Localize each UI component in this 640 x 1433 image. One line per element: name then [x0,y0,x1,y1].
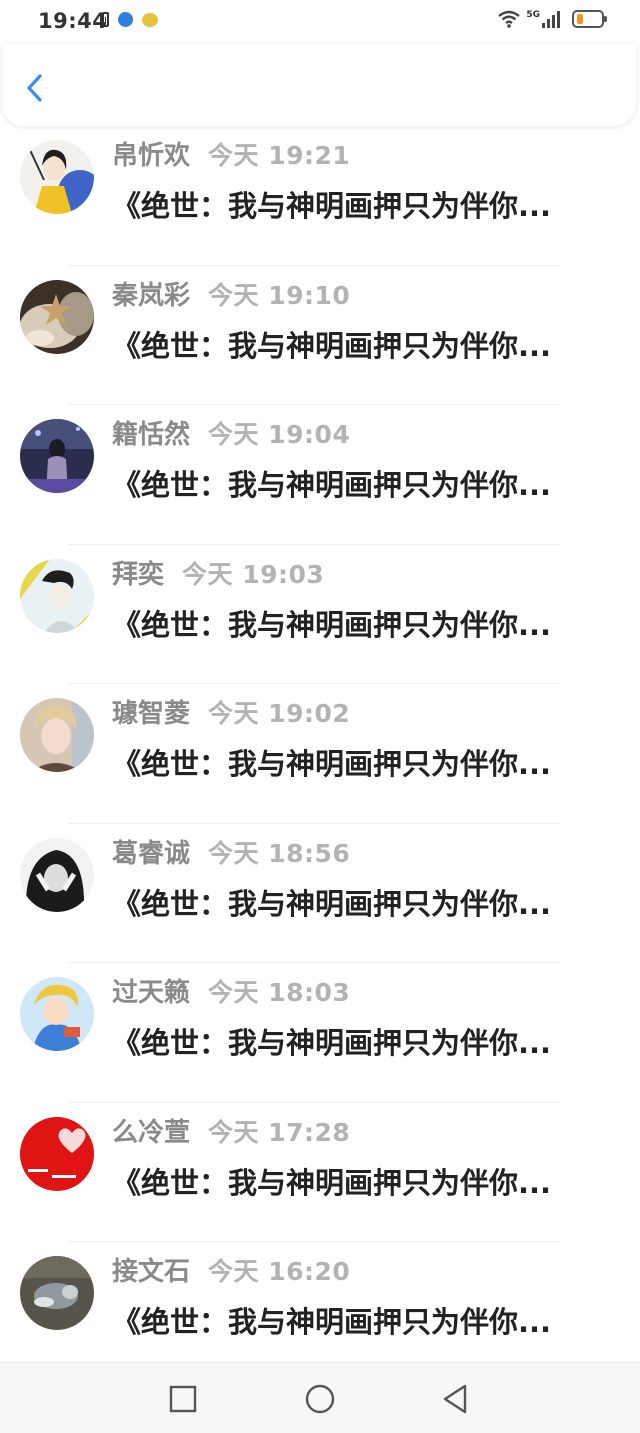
list-item[interactable]: 秦岚彩 今天 19:10 《绝世：我与神明画押只为伴你... [0,266,640,405]
user-name: 帛忻欢 [112,141,191,171]
red-heart-avatar [20,1116,94,1191]
back-triangle-icon[interactable] [438,1381,474,1417]
user-name: 拜奕 [112,559,165,590]
starfish-photo-avatar [20,279,94,354]
status-time: 19:44 [38,9,108,33]
system-nav-bar [0,1362,640,1433]
chevron-left-icon[interactable] [20,68,50,108]
user-name: 葛睿诚 [112,838,191,869]
timestamp: 今天 18:56 [208,838,351,868]
black-white-girl-avatar [20,837,94,912]
item-title: 《绝世：我与神明画押只为伴你... [112,747,552,781]
timestamp: 今天 18:03 [208,978,351,1007]
network-type-label: 5G [526,10,540,20]
emoji-app-icon [142,12,158,27]
item-meta: 籍恬然 今天 19:04 [112,414,350,451]
list-item[interactable]: 接文石 今天 16:20 《绝世：我与神明画押只为伴你... [0,1242,640,1382]
list-item[interactable]: 拜奕 今天 19:03 《绝世：我与神明画押只为伴你... [0,545,640,684]
user-name: 接文石 [112,1257,191,1287]
status-icons-right: 5G [498,10,607,28]
cellular-signal-icon [542,11,560,28]
message-list: 帛忻欢 今天 19:21 《绝世：我与神明画押只为伴你... 秦岚彩 今天 19… [0,126,640,1382]
user-name: 籍恬然 [112,420,191,450]
list-item[interactable]: 过天籁 今天 18:03 《绝世：我与神明画押只为伴你... [0,963,640,1103]
browser-icon [118,12,133,27]
item-meta: 拜奕 今天 19:03 [112,554,324,591]
timestamp: 今天 16:20 [208,1257,351,1286]
girl-night-avatar [20,419,94,493]
battery-saver-icon [102,12,109,27]
timestamp: 今天 17:28 [208,1117,351,1147]
screen: 19:44 5G 帛忻欢 今天 19:21 《绝世：我与神明画押只为伴你... … [0,0,640,1433]
item-title: 《绝世：我与神明画押只为伴你... [112,468,552,502]
item-title: 《绝世：我与神明画押只为伴你... [112,189,552,223]
item-title: 《绝世：我与神明画押只为伴你... [112,328,552,363]
item-meta: 璩智菱 今天 19:02 [112,693,350,730]
home-icon[interactable] [302,1381,338,1417]
recent-apps-icon[interactable] [165,1381,201,1417]
item-title: 《绝世：我与神明画押只为伴你... [112,886,552,921]
user-name: 璩智菱 [112,699,191,729]
battery-icon [572,10,607,28]
game-character-avatar [20,977,94,1051]
status-bar: 19:44 5G [0,0,640,44]
item-meta: 接文石 今天 16:20 [112,1251,350,1288]
list-item[interactable]: 么冷萱 今天 17:28 《绝世：我与神明画押只为伴你... [0,1103,640,1242]
item-meta: 秦岚彩 今天 19:10 [112,275,350,312]
item-meta: 么冷萱 今天 17:28 [112,1112,350,1149]
item-meta: 过天籁 今天 18:03 [112,972,350,1009]
user-name: 么冷萱 [112,1117,191,1148]
illustrated-woman-avatar [20,140,94,214]
status-icons-left [102,12,158,27]
item-title: 《绝世：我与神明画押只为伴你... [112,1165,552,1200]
item-meta: 葛睿诚 今天 18:56 [112,833,350,870]
item-title: 《绝世：我与神明画押只为伴你... [112,1026,552,1060]
user-name: 过天籁 [112,978,191,1008]
item-meta: 帛忻欢 今天 19:21 [112,135,350,172]
wifi-icon [498,10,521,28]
timestamp: 今天 19:10 [208,280,351,310]
header [2,44,636,126]
timestamp: 今天 19:03 [182,559,325,589]
boy-yellow-avatar [20,558,94,633]
item-title: 《绝世：我与神明画押只为伴你... [112,607,552,642]
list-item[interactable]: 帛忻欢 今天 19:21 《绝世：我与神明画押只为伴你... [0,126,640,266]
timestamp: 今天 19:02 [208,699,351,728]
list-item[interactable]: 葛睿诚 今天 18:56 《绝世：我与神明画押只为伴你... [0,824,640,963]
young-man-avatar [20,698,94,772]
cat-photo-avatar [20,1256,94,1330]
list-item[interactable]: 籍恬然 今天 19:04 《绝世：我与神明画押只为伴你... [0,405,640,545]
list-item[interactable]: 璩智菱 今天 19:02 《绝世：我与神明画押只为伴你... [0,684,640,824]
timestamp: 今天 19:21 [208,141,351,170]
timestamp: 今天 19:04 [208,420,351,449]
item-title: 《绝世：我与神明画押只为伴你... [112,1305,552,1339]
user-name: 秦岚彩 [112,280,191,311]
